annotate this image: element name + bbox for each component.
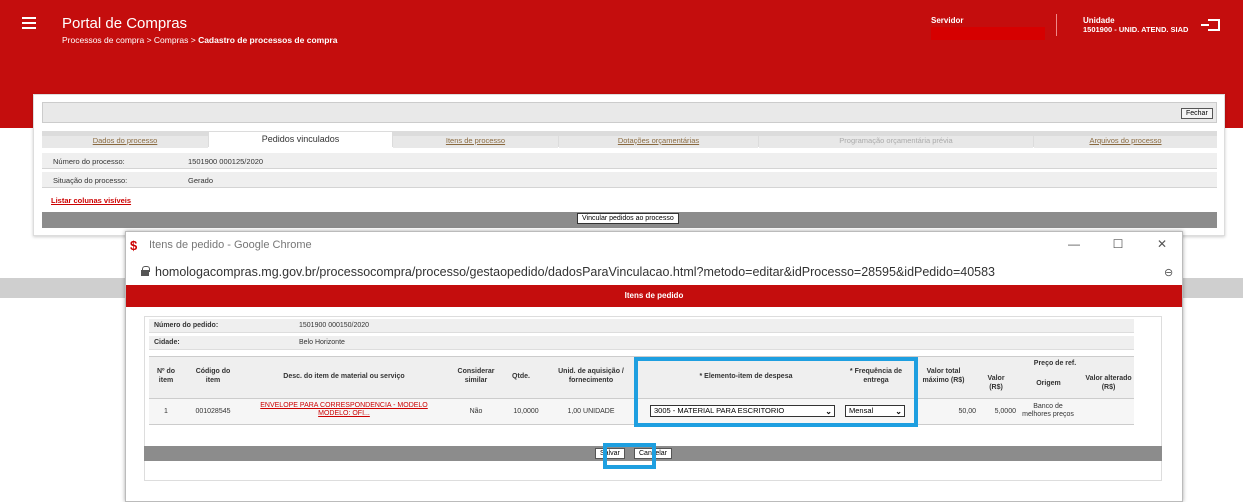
popup-titlebar: $ Itens de pedido - Google Chrome — ☐ ✕ — [126, 232, 1182, 260]
tab-itens-processo[interactable]: Itens de processo — [393, 136, 558, 148]
numero-processo-value: 1501900 000125/2020 — [188, 157, 264, 166]
cell-origem: Banco de melhores preços — [1022, 403, 1074, 418]
col-descricao: Desc. do item de material ou serviço — [283, 373, 405, 380]
siad-logo-icon: $ — [130, 238, 138, 253]
cell-codigo: 001028545 — [195, 408, 231, 415]
cell-considerar: Não — [469, 408, 483, 415]
cell-qtde: 10,0000 — [513, 408, 539, 415]
listar-colunas-link[interactable]: Listar colunas visíveis — [51, 196, 131, 205]
popup-page-header: Itens de pedido — [126, 285, 1182, 307]
fechar-button[interactable]: Fechar — [1181, 108, 1213, 119]
numero-processo-row: Número do processo: 1501900 000125/2020 — [42, 153, 1217, 169]
situacao-processo-row: Situação do processo: Gerado — [42, 172, 1217, 188]
process-toolbar — [42, 102, 1217, 123]
tab-programacao-orcamentaria: Programação orçamentária prévia — [759, 136, 1033, 148]
col-valor-total: Valor total máximo (R$) — [922, 368, 965, 384]
tab-dados-processo[interactable]: Dados do processo — [42, 136, 208, 148]
cidade-label: Cidade: — [154, 339, 180, 346]
servidor-value-redacted — [931, 27, 1045, 40]
chrome-popup-window: $ Itens de pedido - Google Chrome — ☐ ✕ … — [125, 231, 1183, 502]
highlight-box-selects — [634, 357, 918, 427]
minimize-icon[interactable]: — — [1065, 237, 1083, 253]
cell-item-no: 1 — [164, 408, 168, 415]
situacao-processo-label: Situação do processo: — [53, 176, 128, 185]
close-icon[interactable]: ✕ — [1153, 237, 1171, 253]
breadcrumb: Processos de compra > Compras > Cadastro… — [62, 35, 338, 45]
cell-unid: 1,00 UNIDADE — [567, 408, 615, 415]
header-divider — [1056, 14, 1057, 36]
cell-descricao-link[interactable]: ENVELOPE PARA CORRESPONDENCIA - MODELO M… — [254, 402, 434, 418]
numero-processo-label: Número do processo: — [53, 157, 125, 166]
highlight-box-salvar — [603, 443, 656, 469]
numero-pedido-label: Número do pedido: — [154, 322, 219, 329]
maximize-icon[interactable]: ☐ — [1109, 237, 1127, 253]
col-item-no: Nº do item — [156, 368, 176, 384]
col-preco-ref: Preço de ref. — [1033, 360, 1077, 367]
cell-valor-total: 50,00 — [958, 408, 976, 415]
col-codigo: Código do item — [195, 368, 231, 384]
hamburger-menu-icon[interactable] — [22, 17, 36, 29]
vincular-pedidos-button[interactable]: Vincular pedidos ao processo — [577, 213, 679, 224]
col-valor-alterado: Valor alterado (R$) — [1085, 375, 1132, 391]
breadcrumb-processos[interactable]: Processos de compra — [62, 35, 144, 45]
col-valor: Valor (R$) — [987, 375, 1005, 391]
numero-pedido-row: Número do pedido: 1501900 000150/2020 — [149, 319, 1134, 333]
col-considerar: Considerar similar — [457, 368, 495, 384]
servidor-label: Servidor — [931, 16, 964, 25]
lock-icon — [141, 266, 150, 276]
tab-dotacoes-orcamentarias[interactable]: Dotações orçamentárias — [559, 136, 758, 148]
tab-pedidos-vinculados[interactable]: Pedidos vinculados — [209, 132, 392, 148]
unidade-value: 1501900 - UNID. ATEND. SIAD — [1083, 25, 1189, 34]
breadcrumb-current: Cadastro de processos de compra — [198, 35, 338, 45]
cell-valor: 5,0000 — [994, 408, 1016, 415]
cidade-value: Belo Horizonte — [299, 339, 345, 346]
zoom-icon[interactable]: ⊖ — [1164, 266, 1173, 279]
unidade-label: Unidade — [1083, 16, 1115, 25]
cidade-row: Cidade: Belo Horizonte — [149, 336, 1134, 350]
situacao-processo-value: Gerado — [188, 176, 214, 185]
col-origem: Origem — [1036, 380, 1061, 387]
popup-window-title: Itens de pedido - Google Chrome — [149, 239, 312, 251]
col-unid: Unid. de aquisição / fornecimento — [558, 368, 624, 384]
app-title: Portal de Compras — [62, 15, 188, 32]
breadcrumb-compras[interactable]: Compras — [154, 35, 188, 45]
address-bar[interactable]: homologacompras.mg.gov.br/processocompra… — [126, 260, 1182, 284]
logout-icon[interactable] — [1201, 19, 1220, 31]
tab-arquivos-processo[interactable]: Arquivos do processo — [1034, 136, 1217, 148]
url-text[interactable]: homologacompras.mg.gov.br/processocompra… — [155, 265, 995, 279]
numero-pedido-value: 1501900 000150/2020 — [299, 322, 370, 329]
col-qtde: Qtde. — [512, 373, 530, 380]
